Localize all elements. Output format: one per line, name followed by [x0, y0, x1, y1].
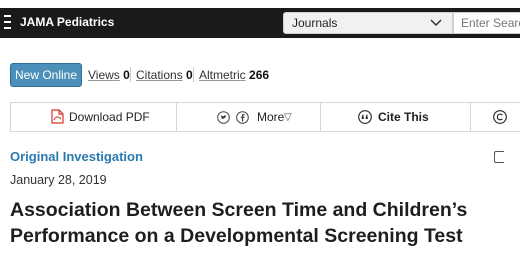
article-type-link[interactable]: Original Investigation [10, 149, 143, 164]
more-button[interactable]: More ▽ [257, 103, 307, 131]
journal-brand[interactable]: JAMA Pediatrics [20, 15, 114, 29]
cite-this-button[interactable]: Cite This [321, 103, 471, 131]
download-pdf-label: Download PDF [69, 110, 150, 124]
metric-divider [130, 67, 131, 82]
cite-this-label: Cite This [378, 110, 429, 124]
journals-dropdown[interactable]: Journals [283, 12, 453, 34]
new-online-badge[interactable]: New Online [10, 63, 82, 87]
search-input[interactable] [453, 12, 520, 34]
article-title-line-2: Performance on a Developmental Screening… [10, 225, 463, 247]
views-metric[interactable]: Views 0 [88, 68, 130, 82]
pdf-icon [51, 109, 64, 124]
publication-date: January 28, 2019 [10, 173, 107, 187]
article-title: Association Between Screen Time and Chil… [10, 197, 520, 249]
views-value: 0 [123, 68, 130, 82]
altmetric-metric[interactable]: Altmetric 266 [199, 68, 269, 82]
facebook-icon[interactable] [236, 111, 249, 124]
brand-name: JAMA Pediatrics [20, 15, 115, 29]
copyright-icon [493, 110, 507, 124]
article-toolbar: Download PDF More ▽ Cite This [10, 102, 520, 132]
citations-value: 0 [186, 68, 193, 82]
article-title-line-1: Association Between Screen Time and Chil… [10, 199, 468, 221]
download-pdf-button[interactable]: Download PDF [11, 103, 177, 131]
altmetric-label: Altmetric [199, 68, 246, 82]
citations-label: Citations [136, 68, 183, 82]
altmetric-value: 266 [249, 68, 270, 82]
top-navigation-bar: JAMA Pediatrics Journals [0, 8, 520, 38]
twitter-icon[interactable] [217, 111, 230, 124]
views-label: Views [88, 68, 120, 82]
more-label: More [257, 110, 285, 124]
quote-icon [358, 110, 372, 124]
more-caret-icon: ▽ [284, 112, 292, 123]
citations-metric[interactable]: Citations 0 [136, 68, 193, 82]
chevron-down-icon [430, 19, 442, 27]
metric-divider [193, 67, 194, 82]
hamburger-menu-icon[interactable] [4, 15, 12, 31]
share-more-group: More ▽ [177, 103, 321, 131]
journals-dropdown-value: Journals [292, 16, 338, 30]
sidebar-toggle-icon[interactable] [494, 151, 504, 163]
permissions-button[interactable] [471, 103, 520, 131]
